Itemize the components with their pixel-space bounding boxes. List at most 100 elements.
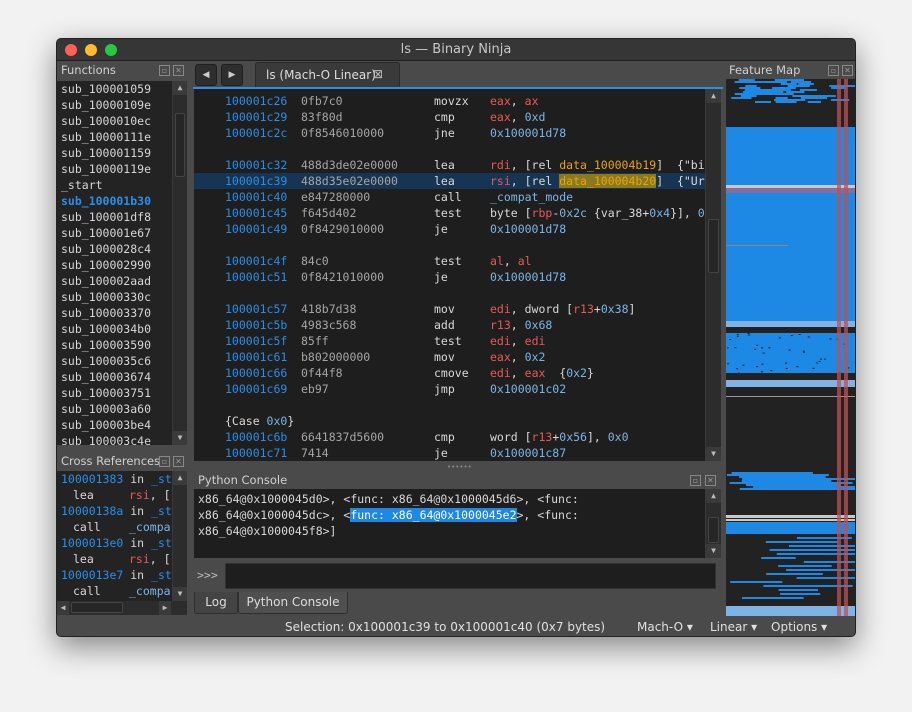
function-item[interactable]: sub_100001e67 (57, 225, 187, 241)
disassembly-scrollbar[interactable]: ▲ ▼ (705, 89, 721, 461)
instruction-row[interactable]: 100001c66 0f44f8 cmove edi, eax {0x2} (194, 365, 705, 381)
instruction-address[interactable]: 100001c51 (225, 269, 287, 285)
xref-item[interactable]: 1000013e0 in _st (57, 535, 187, 551)
instruction-address[interactable]: 100001c66 (225, 365, 287, 381)
instruction-row[interactable]: 100001c45 f645d402 test byte [rbp-0x2c {var… (194, 205, 705, 221)
instruction-row[interactable]: 100001c2c 0f8546010000 jne 0x100001d78 (194, 125, 705, 141)
instruction-row[interactable]: 100001c5b 4983c568 add r13, 0x68 (194, 317, 705, 333)
instruction-row[interactable]: 100001c29 83f80d cmp eax, 0xd (194, 109, 705, 125)
instruction-row[interactable]: 100001c32 488d3de02e0000 lea rdi, [rel data… (194, 157, 705, 173)
function-item[interactable]: sub_1000028c4 (57, 241, 187, 257)
functions-scrollbar[interactable]: ▲ ▼ (172, 81, 187, 445)
instruction-address[interactable]: 100001c26 (225, 93, 287, 109)
instruction-address[interactable]: 100001c32 (225, 157, 287, 173)
tab-close-icon[interactable]: ⊠ (373, 67, 383, 81)
close-panel-icon[interactable]: ✕ (173, 65, 184, 76)
function-item[interactable]: sub_100002aad (57, 273, 187, 289)
function-item[interactable]: sub_100003a60 (57, 401, 187, 417)
function-item[interactable]: sub_100003590 (57, 337, 187, 353)
function-item[interactable]: sub_10000109e (57, 97, 187, 113)
function-item[interactable]: sub_10000119e (57, 161, 187, 177)
function-item[interactable]: sub_100001b30 (57, 193, 187, 209)
float-panel-icon[interactable]: ▫ (828, 65, 839, 76)
scroll-thumb[interactable] (71, 602, 123, 613)
token-addr[interactable]: _compat_mode (490, 190, 573, 204)
instruction-row[interactable]: 100001c71 7414 je 0x100001c87 (194, 445, 705, 461)
scroll-up-icon[interactable]: ▲ (173, 81, 187, 95)
function-item[interactable]: sub_100003674 (57, 369, 187, 385)
instruction-row[interactable]: 100001c39 488d35e02e0000 lea rsi, [rel data… (194, 173, 705, 189)
instruction-row[interactable]: 100001c49 0f8429010000 je 0x100001d78 (194, 221, 705, 237)
instruction-address[interactable]: 100001c40 (225, 189, 287, 205)
view-type-dropdown[interactable]: Linear ▾ (710, 620, 757, 634)
scroll-up-icon[interactable]: ▲ (706, 489, 721, 503)
instruction-address[interactable]: 100001c5f (225, 333, 287, 349)
function-item[interactable]: sub_100001159 (57, 145, 187, 161)
instruction-row[interactable]: 100001c40 e847280000 call _compat_mode (194, 189, 705, 205)
close-panel-icon[interactable]: ✕ (705, 475, 716, 486)
instruction-row[interactable]: 100001c57 418b7d38 mov edi, dword [r13+0x38… (194, 301, 705, 317)
scroll-thumb[interactable] (708, 219, 719, 273)
instruction-address[interactable]: 100001c69 (225, 381, 287, 397)
instruction-row[interactable]: 100001c6b 6641837d5600 cmp word [r13+0x56],… (194, 429, 705, 445)
function-item[interactable]: sub_100003be4 (57, 417, 187, 433)
scroll-down-icon[interactable]: ▼ (173, 431, 187, 445)
instruction-row[interactable]: 100001c69 eb97 jmp 0x100001c02 (194, 381, 705, 397)
instruction-address[interactable]: 100001c49 (225, 221, 287, 237)
token-addr[interactable]: 0x100001d78 (490, 270, 566, 284)
scroll-left-icon[interactable]: ◀ (57, 601, 69, 615)
token-addr[interactable]: 0x100001c02 (490, 382, 566, 396)
xref-item[interactable]: 10000138a in _st (57, 503, 187, 519)
scroll-thumb[interactable] (175, 113, 185, 177)
function-item[interactable]: sub_100003370 (57, 305, 187, 321)
token-sym[interactable]: data_100004b19 (559, 158, 656, 172)
close-panel-icon[interactable]: ✕ (842, 65, 853, 76)
tab-ls-linear[interactable]: ls (Mach-O Linear) ⊠ (255, 62, 400, 88)
console-scrollbar[interactable]: ▲ ▼ (705, 489, 721, 558)
instruction-address[interactable]: 100001c2c (225, 125, 287, 141)
function-item[interactable]: sub_100003c4e (57, 433, 187, 445)
close-panel-icon[interactable]: ✕ (173, 456, 184, 467)
instruction-row[interactable]: 100001c61 b802000000 mov eax, 0x2 (194, 349, 705, 365)
scroll-down-icon[interactable]: ▼ (173, 587, 187, 601)
options-dropdown[interactable]: Options ▾ (771, 620, 827, 634)
xrefs-scrollbar[interactable]: ▲ ▼ (172, 471, 187, 601)
instruction-address[interactable]: 100001c61 (225, 349, 287, 365)
scroll-thumb[interactable] (708, 517, 719, 543)
xref-item[interactable]: 100001383 in _st (57, 471, 187, 487)
instruction-address[interactable]: 100001c4f (225, 253, 287, 269)
forward-button[interactable]: ▶ (221, 64, 243, 86)
instruction-address[interactable]: 100001c6b (225, 429, 287, 445)
xref-item[interactable]: 1000013e7 in _st (57, 567, 187, 583)
instruction-address[interactable]: 100001c57 (225, 301, 287, 317)
function-item[interactable]: sub_100002990 (57, 257, 187, 273)
function-item[interactable]: sub_1000034b0 (57, 321, 187, 337)
token-addr[interactable]: 0x100001d78 (490, 126, 566, 140)
function-item[interactable]: sub_100001df8 (57, 209, 187, 225)
scroll-down-icon[interactable]: ▼ (706, 544, 721, 558)
instruction-row[interactable]: 100001c51 0f8421010000 je 0x100001d78 (194, 269, 705, 285)
scroll-up-icon[interactable]: ▲ (173, 471, 187, 485)
disassembly-view[interactable]: 100001c26 0fb7c0 movzx eax, ax 100001c29 83f8… (194, 89, 721, 461)
instruction-address[interactable]: 100001c39 (225, 173, 287, 189)
token-addr[interactable]: _compa (129, 520, 171, 534)
token-addr[interactable]: 0x100001c87 (490, 446, 566, 460)
console-input[interactable] (225, 563, 716, 589)
float-panel-icon[interactable]: ▫ (159, 456, 170, 467)
token-hl[interactable]: data_100004b20 (559, 174, 657, 188)
scroll-down-icon[interactable]: ▼ (706, 447, 721, 461)
bottom-tab-python-console[interactable]: Python Console (238, 592, 348, 614)
instruction-address[interactable]: 100001c45 (225, 205, 287, 221)
float-panel-icon[interactable]: ▫ (690, 475, 701, 486)
instruction-address[interactable]: 100001c29 (225, 109, 287, 125)
xrefs-hscrollbar[interactable]: ◀ ▶ (57, 601, 187, 615)
console-output[interactable]: x86_64@0x1000045d0>, <func: x86_64@0x100… (194, 489, 721, 558)
instruction-row[interactable]: 100001c26 0fb7c0 movzx eax, ax (194, 93, 705, 109)
function-item[interactable]: sub_100001059 (57, 81, 187, 97)
float-panel-icon[interactable]: ▫ (159, 65, 170, 76)
function-item[interactable]: _start (57, 177, 187, 193)
feature-map[interactable] (726, 79, 856, 616)
function-item[interactable]: sub_10000330c (57, 289, 187, 305)
bottom-tab-log[interactable]: Log (194, 592, 238, 614)
scroll-up-icon[interactable]: ▲ (706, 89, 721, 103)
